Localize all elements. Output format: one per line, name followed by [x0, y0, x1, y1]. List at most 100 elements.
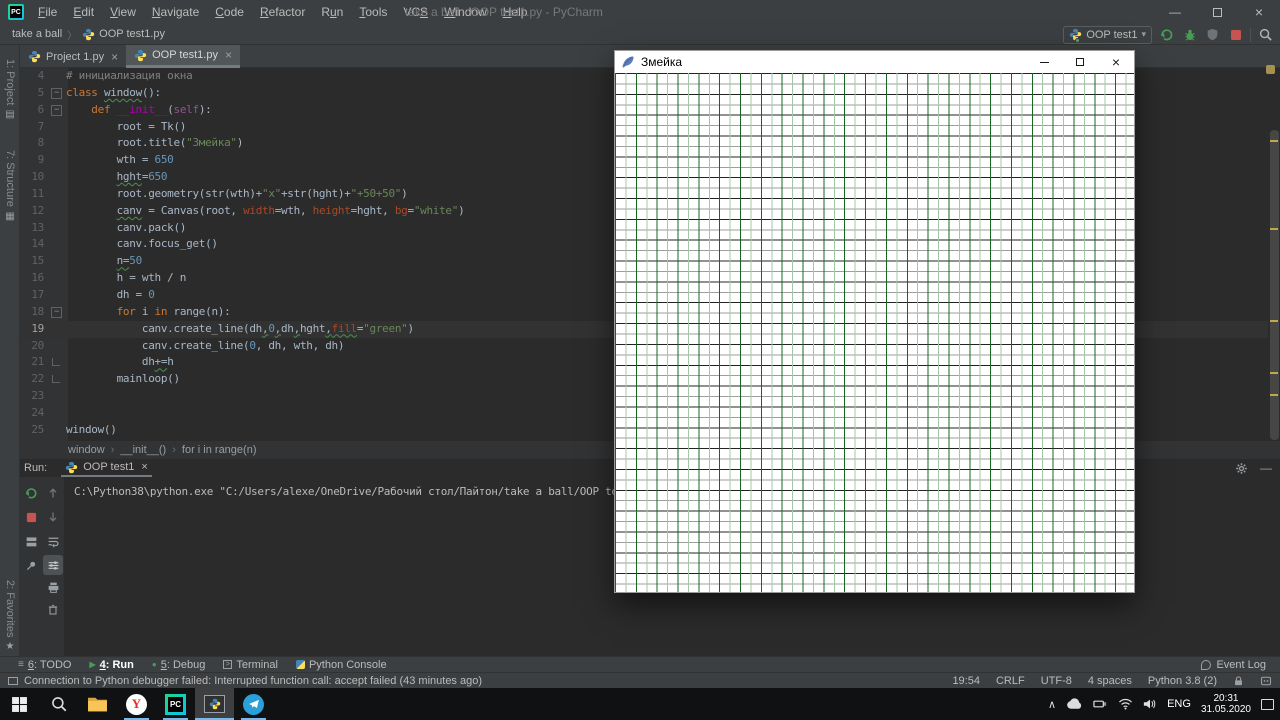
telegram-button[interactable]	[234, 688, 273, 720]
tool-button-favorites[interactable]: 2: Favorites ★	[0, 580, 20, 652]
coverage-button[interactable]	[1204, 26, 1221, 43]
run-config-selector[interactable]: OOP test1 ▾	[1063, 25, 1152, 44]
fold-marker[interactable]	[48, 304, 64, 321]
search-everywhere-button[interactable]	[1257, 26, 1274, 43]
tab-oop-test1[interactable]: OOP test1.py ×	[126, 45, 240, 68]
screen: PC File Edit View Navigate Code Refactor Run To…	[0, 0, 1280, 720]
menu-tools[interactable]: Tools	[351, 5, 395, 19]
clock[interactable]: 20:31 31.05.2020	[1201, 693, 1251, 715]
fold-gutter	[48, 220, 64, 237]
python-file-icon	[134, 49, 147, 61]
python-file-icon	[66, 461, 78, 473]
file-explorer-button[interactable]	[78, 688, 117, 720]
menu-view[interactable]: View	[102, 5, 144, 19]
tk-maximize-button[interactable]	[1062, 51, 1098, 73]
rerun-icon	[1160, 29, 1173, 41]
line-number: 17	[31, 287, 44, 301]
tool-button-project[interactable]: 1: Project ▤	[0, 59, 20, 120]
yandex-browser-button[interactable]: Y	[117, 688, 156, 720]
menu-refactor[interactable]: Refactor	[252, 5, 313, 19]
down-stack-button[interactable]	[45, 509, 61, 525]
fold-marker[interactable]	[48, 354, 64, 371]
menu-run[interactable]: Run	[313, 5, 351, 19]
indexing-status-icon[interactable]	[1260, 675, 1272, 687]
maximize-button[interactable]	[1196, 0, 1238, 24]
menu-code[interactable]: Code	[207, 5, 252, 19]
status-item[interactable]: CRLF	[996, 675, 1025, 687]
hide-panel-button[interactable]: —	[1260, 461, 1272, 475]
tab-close-icon[interactable]: ×	[141, 461, 147, 473]
wifi-icon[interactable]	[1118, 698, 1133, 710]
inspection-indicator[interactable]	[1266, 65, 1275, 74]
breadcrumb-item[interactable]: for i in range(n)	[182, 444, 257, 456]
minimize-button[interactable]: —	[1154, 0, 1196, 24]
tab-close-icon[interactable]: ×	[111, 50, 118, 64]
pycharm-taskbar-button[interactable]: PC	[156, 688, 195, 720]
tk-window[interactable]: Змейка ×	[614, 50, 1135, 593]
code-text: canv.create_line(dh,0,dh,hght,fill="gree…	[66, 321, 414, 335]
language-indicator[interactable]: ENG	[1167, 698, 1191, 710]
pin-button[interactable]	[23, 557, 39, 573]
status-item[interactable]: Python 3.8 (2)	[1148, 675, 1217, 687]
editor-scrollbar[interactable]	[1270, 130, 1279, 440]
breadcrumb-file[interactable]: OOP test1.py	[99, 28, 165, 40]
gear-icon[interactable]	[1235, 462, 1248, 475]
start-button[interactable]	[0, 688, 39, 720]
code-text: h = wth / n	[66, 271, 187, 285]
restore-layout-button[interactable]	[23, 533, 39, 549]
tk-canvas[interactable]	[615, 73, 1134, 592]
status-item[interactable]: 4 spaces	[1088, 675, 1132, 687]
line-number: 6	[37, 102, 45, 116]
event-log-button[interactable]: Event Log	[1201, 659, 1266, 671]
run-tab[interactable]: OOP test1 ×	[61, 459, 152, 477]
status-item[interactable]: UTF-8	[1041, 675, 1072, 687]
tool-window-button-python-console[interactable]: Python Console	[295, 659, 387, 671]
tk-title-bar[interactable]: Змейка ×	[615, 51, 1134, 73]
breadcrumb-project[interactable]: take a ball	[12, 28, 62, 40]
code-text: n=50	[116, 254, 143, 268]
settings-button[interactable]	[43, 555, 63, 575]
soft-wrap-button[interactable]	[45, 533, 61, 549]
fold-marker[interactable]	[48, 371, 64, 388]
speaker-icon[interactable]	[1143, 698, 1157, 710]
stop-button[interactable]	[1227, 26, 1244, 43]
taskbar-search-button[interactable]	[39, 688, 78, 720]
tool-button-structure[interactable]: 7: Structure ▦	[0, 150, 20, 222]
onedrive-cloud-icon[interactable]	[1066, 698, 1083, 710]
lock-icon[interactable]	[1233, 675, 1244, 687]
fold-gutter	[48, 270, 64, 287]
tool-window-button-4-run[interactable]: ▶ 4: Run	[89, 659, 133, 671]
print-button[interactable]	[45, 579, 61, 595]
tab-project1[interactable]: Project 1.py ×	[20, 45, 126, 68]
close-button[interactable]: ×	[1238, 0, 1280, 24]
tk-minimize-button[interactable]	[1026, 51, 1062, 73]
usb-device-icon[interactable]	[1093, 698, 1108, 710]
notification-center-icon[interactable]	[1261, 698, 1274, 710]
tk-app-taskbar-button[interactable]	[195, 688, 234, 720]
status-item[interactable]: 19:54	[952, 675, 980, 687]
navigation-bar: take a ball 〉 OOP test1.py OOP test1 ▾	[0, 24, 1280, 45]
toolbar-divider	[1250, 27, 1251, 42]
chevron-up-icon[interactable]: ∧	[1048, 698, 1056, 711]
tk-close-button[interactable]: ×	[1098, 51, 1134, 73]
fold-marker[interactable]	[48, 85, 64, 102]
tool-window-button-6-todo[interactable]: ≡ 6: TODO	[18, 659, 71, 671]
line-number: 7	[37, 119, 45, 133]
stop-button[interactable]	[23, 509, 39, 525]
tool-window-button-terminal[interactable]: > Terminal	[223, 659, 278, 671]
rerun-button[interactable]	[23, 485, 39, 501]
debug-button[interactable]	[1181, 26, 1198, 43]
breadcrumb-item[interactable]: __init__()	[120, 444, 166, 456]
debug-icon: ●	[151, 660, 157, 669]
up-stack-button[interactable]	[45, 485, 61, 501]
menu-edit[interactable]: Edit	[65, 5, 102, 19]
menu-file[interactable]: File	[30, 5, 65, 19]
tab-close-icon[interactable]: ×	[225, 48, 232, 62]
tool-window-button-5-debug[interactable]: ● 5: Debug	[152, 659, 206, 671]
fold-marker[interactable]	[48, 102, 64, 119]
clear-console-button[interactable]	[45, 601, 61, 617]
menu-navigate[interactable]: Navigate	[144, 5, 207, 19]
breadcrumb-item[interactable]: window	[68, 444, 105, 456]
rerun-button[interactable]	[1158, 26, 1175, 43]
status-message[interactable]: Connection to Python debugger failed: In…	[24, 675, 482, 687]
